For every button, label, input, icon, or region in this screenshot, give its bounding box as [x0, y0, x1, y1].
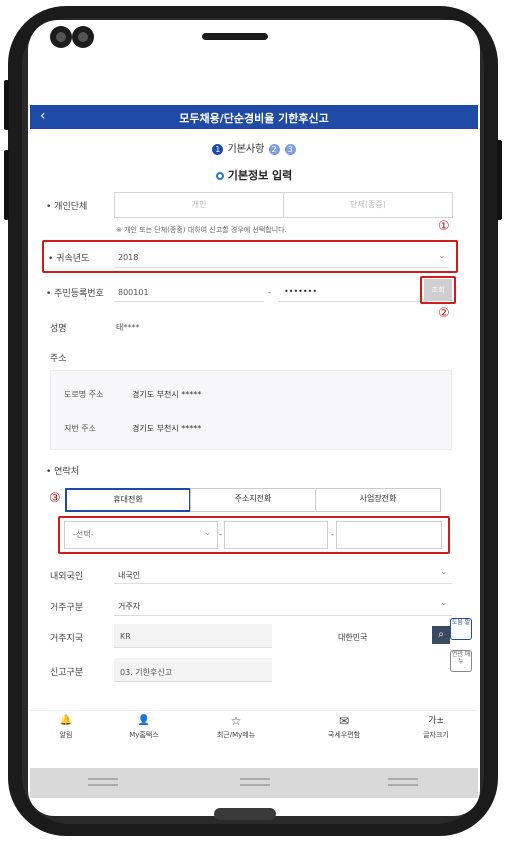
help-chip[interactable]: 도움 말: [450, 618, 472, 640]
bottom-navigation: 🔔 알림 👤 My홈택스 ☆ 최근/My메뉴 ✉ 국세우편함 가± 글자크기: [30, 710, 478, 750]
front-camera-icon: [50, 26, 72, 48]
rrn-dash: -: [268, 288, 271, 297]
phone-separator-1: -: [219, 530, 222, 539]
chevron-down-icon: ⌄: [440, 598, 448, 608]
country-code-value: KR: [120, 632, 131, 641]
app-header: ‹ 모두채용/단순경비율 기한후신고: [30, 105, 478, 129]
nav-item-recent-menu[interactable]: ☆ 최근/My메뉴: [206, 714, 266, 740]
recent-apps-button[interactable]: [88, 784, 118, 786]
phone-home-button[interactable]: [214, 808, 276, 820]
font-size-icon: 가±: [428, 716, 444, 726]
step-indicator: 1 기본사항 2 3: [28, 140, 480, 155]
search-icon[interactable]: ⌕: [432, 626, 450, 644]
system-navigation-bar: [30, 768, 478, 798]
type-option-individual[interactable]: 개인: [114, 192, 284, 218]
tab-business-phone[interactable]: 사업장전화: [315, 488, 441, 512]
phone-prefix-select[interactable]: -선택-: [64, 521, 218, 549]
tab-home-phone[interactable]: 주소지전화: [190, 488, 316, 512]
section-title: 기본정보 입력: [28, 167, 480, 183]
step-1-dot: 1: [212, 143, 224, 155]
nationality-value: 내국인: [118, 571, 141, 580]
earpiece-speaker: [202, 33, 268, 40]
phone-screen: ‹ 모두채용/단순경비율 기한후신고 1 기본사항 2 3 기본정보 입력 • …: [28, 20, 480, 816]
section-title-text: 기본정보 입력: [227, 169, 293, 182]
nav-label: 최근/My메뉴: [216, 731, 256, 739]
annotation-marker-2: ②: [438, 306, 450, 321]
road-address-value: 경기도 부천시 *****: [132, 390, 202, 399]
back-button[interactable]: [388, 778, 418, 780]
home-button[interactable]: [240, 784, 270, 786]
report-type-value: 03. 기한후신고: [120, 668, 173, 677]
tab-mobile-phone[interactable]: 휴대전화: [65, 488, 191, 512]
year-value: 2018: [118, 253, 139, 262]
page-title: 모두채용/단순경비율 기한후신고: [179, 112, 329, 125]
address-label: 주소: [50, 354, 67, 364]
rrn-back-value: •••••••: [284, 287, 318, 296]
residence-value: 거주자: [118, 602, 141, 611]
phone-middle-input[interactable]: [224, 521, 328, 549]
rrn-lookup-button[interactable]: 조회: [424, 279, 452, 301]
contact-label: • 연락처: [46, 467, 80, 477]
rrn-front-value: 800101: [118, 288, 149, 297]
road-address-label: 도로명 주소: [64, 390, 104, 399]
nav-item-tax-mailbox[interactable]: ✉ 국세우편함: [314, 714, 374, 740]
year-label: • 귀속년도: [48, 254, 90, 264]
nav-label: 글자크기: [423, 731, 449, 739]
nav-item-my-hometax[interactable]: 👤 My홈택스: [114, 714, 174, 740]
address-box: [50, 370, 452, 450]
nationality-label: 내외국인: [50, 572, 84, 582]
nav-item-font-size[interactable]: 가± 글자크기: [406, 714, 466, 740]
star-icon: ☆: [230, 714, 242, 728]
related-menu-chip[interactable]: 연관 메뉴: [450, 650, 472, 672]
jibun-address-value: 경기도 부천시 *****: [132, 424, 202, 433]
step-label: 기본사항: [227, 144, 265, 155]
nav-label: My홈택스: [129, 731, 159, 739]
year-select[interactable]: [114, 246, 448, 268]
step-2-dot: 2: [268, 143, 280, 155]
country-name-value: 대한민국: [338, 633, 368, 642]
nationality-select[interactable]: [114, 560, 452, 584]
section-bullet-icon: [215, 172, 224, 180]
jibun-address-label: 지번 주소: [64, 424, 96, 433]
name-label: 성명: [50, 324, 67, 334]
back-button[interactable]: [388, 784, 418, 786]
nav-label: 알림: [59, 731, 73, 739]
recent-apps-button[interactable]: [88, 778, 118, 780]
annotation-marker-3: ③: [49, 491, 61, 506]
country-label: 거주지국: [50, 634, 84, 644]
user-icon: 👤: [137, 715, 151, 726]
residence-select[interactable]: [114, 592, 452, 616]
residence-label: 거주구분: [50, 603, 84, 613]
nav-item-alerts[interactable]: 🔔 알림: [36, 714, 96, 740]
phone-last-input[interactable]: [336, 521, 442, 549]
bell-icon: 🔔: [59, 715, 73, 726]
front-sensor-icon: [72, 26, 94, 48]
phone-side-button: [4, 80, 9, 130]
name-value: 태****: [116, 323, 140, 332]
type-option-group[interactable]: 단체(종중): [283, 192, 453, 218]
type-label: • 개인단체: [46, 202, 88, 212]
annotation-marker-1: ①: [438, 219, 450, 234]
type-note: ※ 개인 또는 단체(종중) 대하여 신고할 경우에 선택합니다.: [116, 226, 287, 234]
mail-icon: ✉: [338, 714, 350, 728]
rrn-label: • 주민등록번호: [46, 289, 104, 299]
chevron-down-icon: ⌄: [440, 567, 448, 577]
step-3-dot: 3: [284, 143, 296, 155]
country-code-field: [114, 624, 272, 648]
report-type-label: 신고구분: [50, 668, 84, 678]
phone-separator-2: -: [331, 530, 334, 539]
nav-label: 국세우편함: [327, 731, 361, 739]
phone-side-button: [497, 140, 502, 220]
phone-side-button: [4, 150, 9, 220]
home-button[interactable]: [240, 778, 270, 780]
chevron-down-icon: ⌄: [204, 528, 212, 538]
chevron-down-icon: ⌄: [438, 251, 446, 261]
